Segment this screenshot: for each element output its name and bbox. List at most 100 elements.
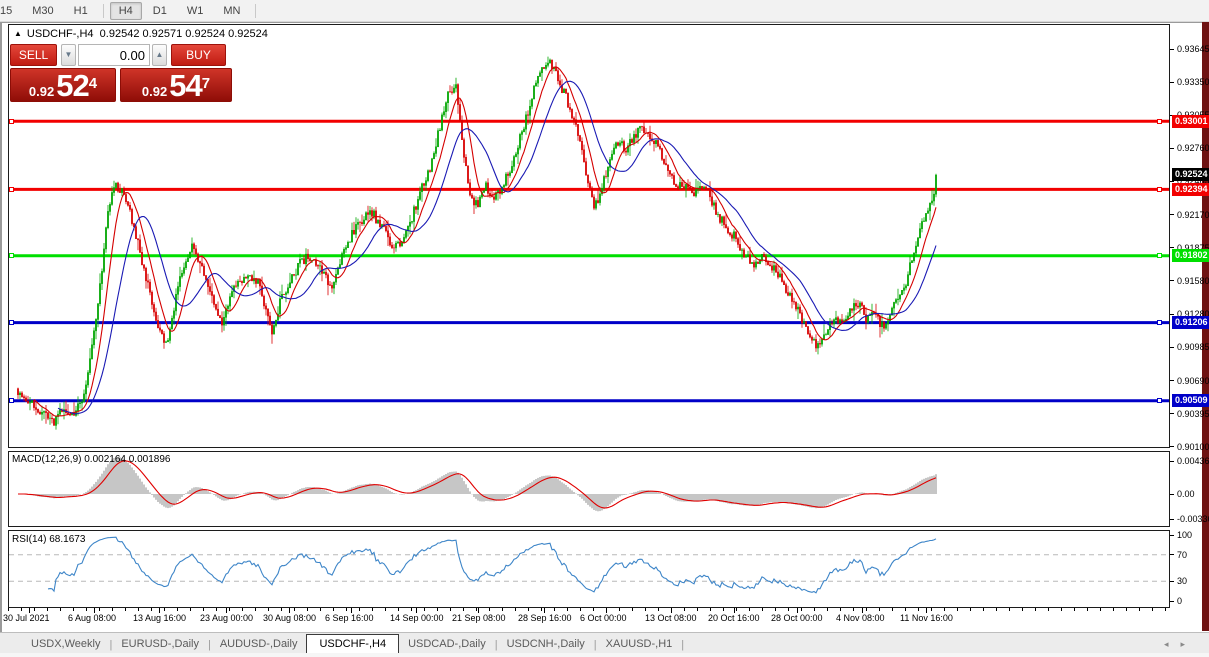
tab-xauusd-h1[interactable]: XAUUSD-,H1	[597, 635, 682, 654]
price-axis-tick-label[interactable]: 0.90690	[1177, 376, 1209, 386]
price-axis-tick[interactable]	[1170, 247, 1174, 248]
date-axis-minor-tick[interactable]	[255, 608, 256, 611]
date-axis-label[interactable]: 11 Nov 16:00	[900, 613, 953, 623]
date-axis-minor-tick[interactable]	[723, 608, 724, 611]
hline-price-chip[interactable]: 0.93001	[1172, 115, 1209, 128]
date-axis-label[interactable]: 30 Jul 2021	[3, 613, 50, 623]
date-axis-minor-tick[interactable]	[931, 608, 932, 611]
macd-pane[interactable]	[8, 451, 1170, 527]
price-axis-tick-label[interactable]: 0.90100	[1177, 442, 1209, 452]
date-axis-minor-tick[interactable]	[957, 608, 958, 611]
price-axis-tick[interactable]	[1170, 214, 1174, 215]
date-axis-minor-tick[interactable]	[593, 608, 594, 611]
date-axis-minor-tick[interactable]	[73, 608, 74, 611]
current-price-chip[interactable]: 0.92524	[1172, 168, 1209, 181]
date-axis-minor-tick[interactable]	[1009, 608, 1010, 611]
date-axis-minor-tick[interactable]	[1139, 608, 1140, 611]
rsi-axis-tick[interactable]	[1170, 601, 1174, 602]
date-axis-minor-tick[interactable]	[853, 608, 854, 611]
date-axis-minor-tick[interactable]	[1048, 608, 1049, 611]
rsi-axis-tick[interactable]	[1170, 535, 1174, 536]
volume-decrease-button[interactable]: ▼	[61, 44, 76, 66]
hline-anchor[interactable]	[9, 119, 14, 124]
date-axis-minor-tick[interactable]	[580, 608, 581, 611]
date-axis-minor-tick[interactable]	[437, 608, 438, 611]
date-axis-minor-tick[interactable]	[996, 608, 997, 611]
macd-axis-tick-label[interactable]: 0.00	[1177, 489, 1195, 499]
date-axis-minor-tick[interactable]	[424, 608, 425, 611]
date-axis-minor-tick[interactable]	[1126, 608, 1127, 611]
hline-anchor[interactable]	[1157, 253, 1162, 258]
tab-usdchf-h4[interactable]: USDCHF-,H4	[306, 634, 399, 655]
price-axis-tick[interactable]	[1170, 446, 1174, 447]
date-axis-label[interactable]: 4 Nov 08:00	[836, 613, 885, 623]
timeframe-button-h1[interactable]: H1	[65, 2, 97, 20]
date-axis-minor-tick[interactable]	[8, 608, 9, 611]
date-axis-minor-tick[interactable]	[749, 608, 750, 611]
hline-anchor[interactable]	[1157, 187, 1162, 192]
date-axis-minor-tick[interactable]	[632, 608, 633, 611]
date-axis-minor-tick[interactable]	[619, 608, 620, 611]
volume-input[interactable]	[78, 44, 150, 66]
date-axis-minor-tick[interactable]	[1074, 608, 1075, 611]
rsi-axis-tick[interactable]	[1170, 554, 1174, 555]
date-axis-minor-tick[interactable]	[203, 608, 204, 611]
macd-axis-tick-label[interactable]: 0.004366	[1177, 456, 1209, 466]
price-axis-tick[interactable]	[1170, 49, 1174, 50]
hline-anchor[interactable]	[9, 398, 14, 403]
date-axis-minor-tick[interactable]	[502, 608, 503, 611]
timeframe-button-w1[interactable]: W1	[178, 2, 213, 20]
date-axis-minor-tick[interactable]	[710, 608, 711, 611]
date-axis-minor-tick[interactable]	[567, 608, 568, 611]
date-axis-minor-tick[interactable]	[541, 608, 542, 611]
hline-price-chip[interactable]: 0.91802	[1172, 249, 1209, 262]
date-axis-label[interactable]: 28 Oct 00:00	[771, 613, 823, 623]
rsi-chart[interactable]	[9, 531, 1169, 607]
hline-anchor[interactable]	[1157, 119, 1162, 124]
hline-anchor[interactable]	[9, 253, 14, 258]
tab-usdx-weekly[interactable]: USDX,Weekly	[22, 635, 109, 654]
price-axis-tick-label[interactable]: 0.92170	[1177, 210, 1209, 220]
date-axis-minor-tick[interactable]	[281, 608, 282, 611]
timeframe-button-mn[interactable]: MN	[214, 2, 249, 20]
tab-scroll-arrows[interactable]: ◂▸	[1164, 639, 1197, 650]
date-axis-label[interactable]: 13 Oct 08:00	[645, 613, 697, 623]
date-axis-label[interactable]: 23 Aug 00:00	[200, 613, 253, 623]
rsi-axis-tick[interactable]	[1170, 581, 1174, 582]
price-axis-tick-label[interactable]: 0.93350	[1177, 77, 1209, 87]
date-axis-minor-tick[interactable]	[879, 608, 880, 611]
date-axis-minor-tick[interactable]	[398, 608, 399, 611]
date-axis-minor-tick[interactable]	[164, 608, 165, 611]
date-axis-minor-tick[interactable]	[60, 608, 61, 611]
date-axis-minor-tick[interactable]	[788, 608, 789, 611]
date-axis-minor-tick[interactable]	[34, 608, 35, 611]
price-axis-tick[interactable]	[1170, 148, 1174, 149]
price-axis-tick[interactable]	[1170, 280, 1174, 281]
price-axis-tick-label[interactable]: 0.91580	[1177, 276, 1209, 286]
date-axis-minor-tick[interactable]	[294, 608, 295, 611]
hline-anchor[interactable]	[9, 320, 14, 325]
date-axis-minor-tick[interactable]	[307, 608, 308, 611]
date-axis-minor-tick[interactable]	[814, 608, 815, 611]
date-axis-label[interactable]: 13 Aug 16:00	[133, 613, 186, 623]
date-axis-minor-tick[interactable]	[1152, 608, 1153, 611]
price-axis-tick[interactable]	[1170, 347, 1174, 348]
date-axis-minor-tick[interactable]	[463, 608, 464, 611]
hline-anchor[interactable]	[9, 187, 14, 192]
sell-price-button[interactable]: 0.92 52 4	[10, 68, 116, 102]
tab-scroll-left-icon[interactable]: ◂	[1164, 639, 1181, 649]
date-axis-minor-tick[interactable]	[840, 608, 841, 611]
date-axis-minor-tick[interactable]	[866, 608, 867, 611]
sell-button[interactable]: SELL	[10, 44, 57, 66]
macd-axis-tick[interactable]	[1170, 461, 1174, 462]
date-axis-minor-tick[interactable]	[1035, 608, 1036, 611]
date-axis-minor-tick[interactable]	[229, 608, 230, 611]
date-axis-minor-tick[interactable]	[359, 608, 360, 611]
date-axis-minor-tick[interactable]	[905, 608, 906, 611]
date-axis-minor-tick[interactable]	[372, 608, 373, 611]
date-axis-minor-tick[interactable]	[333, 608, 334, 611]
date-axis-minor-tick[interactable]	[216, 608, 217, 611]
date-axis-minor-tick[interactable]	[268, 608, 269, 611]
price-axis-tick-label[interactable]: 0.90395	[1177, 409, 1209, 419]
date-axis-minor-tick[interactable]	[1087, 608, 1088, 611]
